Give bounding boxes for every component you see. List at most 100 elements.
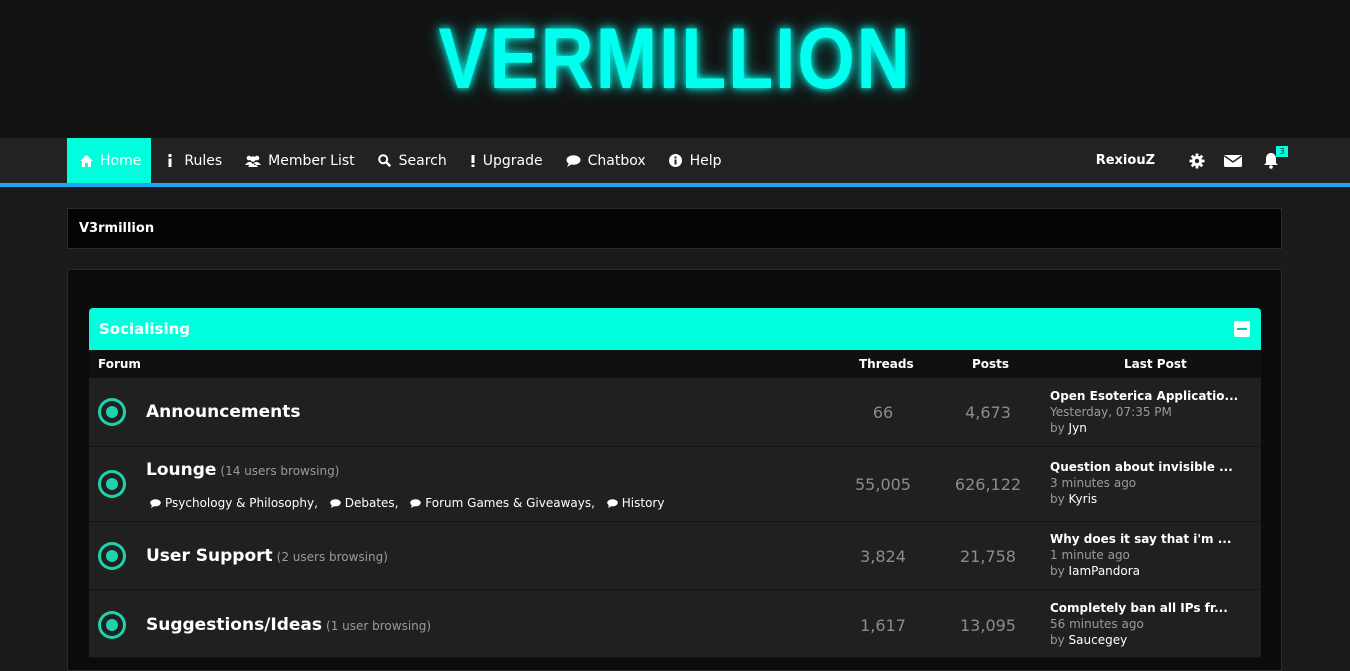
last-post-by-label: by: [1050, 421, 1065, 435]
last-post-author: by IamPandora: [1050, 563, 1231, 579]
username-link[interactable]: RexiouZ: [1096, 153, 1155, 168]
category-title[interactable]: Socialising: [99, 320, 190, 338]
category-header: Socialising: [89, 308, 1261, 350]
posts-count: 4,673: [965, 403, 1011, 422]
last-post-user-link[interactable]: Jyn: [1069, 421, 1087, 435]
forum-row-suggestions-ideas: Suggestions/Ideas (1 user browsing) 1,617…: [89, 590, 1261, 658]
last-post-author: by Jyn: [1050, 420, 1238, 436]
posts-count: 626,122: [954, 475, 1022, 494]
nav-item-rules[interactable]: Rules: [151, 138, 233, 183]
column-header-last-post: Last Post: [1124, 357, 1187, 371]
posts-count: 21,758: [960, 547, 1016, 566]
subforum-list: Psychology & Philosophy, Debates, Forum …: [150, 496, 672, 510]
subforum-link[interactable]: History: [606, 496, 664, 510]
navbar: Home Rules Member List Search Upgrade Ch…: [0, 138, 1350, 183]
last-post: Question about invisible ... 3 minutes a…: [1050, 459, 1233, 507]
nav-item-label: Chatbox: [587, 152, 646, 169]
nav-item-label: Rules: [184, 152, 223, 169]
last-post-user-link[interactable]: Kyris: [1069, 492, 1098, 506]
exclamation-icon: [470, 154, 476, 168]
forum-row-announcements: Announcements 66 4,673 Open Esoterica Ap…: [89, 378, 1261, 447]
chat-bubble-icon: [606, 499, 618, 508]
column-header-forum: Forum: [98, 357, 141, 371]
forum-status-icon: [98, 470, 126, 498]
forum-status-icon: [98, 398, 126, 426]
home-icon: [79, 154, 93, 168]
last-post-title-link[interactable]: Completely ban all IPs fr...: [1050, 600, 1228, 616]
chat-bubble-icon: [329, 499, 341, 508]
last-post: Completely ban all IPs fr... 56 minutes …: [1050, 600, 1228, 648]
subforum-link[interactable]: Forum Games & Giveaways,: [410, 496, 595, 510]
forum-status-icon: [98, 611, 126, 639]
last-post-time: 56 minutes ago: [1050, 617, 1144, 631]
last-post-title-link[interactable]: Question about invisible ...: [1050, 459, 1233, 475]
last-post-time: Yesterday, 07:35 PM: [1050, 405, 1172, 419]
subforum-link[interactable]: Debates,: [329, 496, 398, 510]
navbar-accent-line: [0, 183, 1350, 187]
site-header: VERMILLION: [0, 0, 1350, 138]
bell-icon[interactable]: 3: [1262, 145, 1288, 170]
site-logo[interactable]: VERMILLION: [95, 14, 1256, 104]
breadcrumb: V3rmillion: [67, 208, 1282, 249]
nav-item-search[interactable]: Search: [366, 138, 458, 183]
user-menu: RexiouZ 3: [1096, 138, 1288, 183]
mail-icon[interactable]: [1224, 152, 1242, 170]
last-post-by-label: by: [1050, 492, 1065, 506]
last-post-user-link[interactable]: IamPandora: [1069, 564, 1140, 578]
forum-link[interactable]: Announcements: [146, 402, 300, 422]
nav-item-help[interactable]: Help: [657, 138, 733, 183]
last-post-by-label: by: [1050, 564, 1065, 578]
chat-bubble-icon: [150, 499, 161, 508]
forum-link[interactable]: Lounge (14 users browsing): [146, 460, 339, 480]
last-post-title-link[interactable]: Why does it say that i'm ...: [1050, 531, 1231, 547]
threads-count: 3,824: [860, 547, 906, 566]
last-post: Open Esoterica Applicatio... Yesterday, …: [1050, 388, 1238, 436]
gear-icon[interactable]: [1188, 152, 1206, 170]
collapse-icon[interactable]: [1234, 321, 1250, 337]
nav-item-label: Upgrade: [482, 152, 543, 169]
users-browsing: (14 users browsing): [220, 464, 340, 478]
subforum-link[interactable]: Psychology & Philosophy,: [150, 496, 318, 510]
forum-status-icon: [98, 542, 126, 570]
forum-name: Suggestions/Ideas: [146, 615, 323, 635]
info-icon: [163, 154, 177, 168]
nav-item-home[interactable]: Home: [67, 138, 152, 183]
search-icon: [378, 154, 392, 168]
last-post-user-link[interactable]: Saucegey: [1069, 633, 1128, 647]
nav-item-upgrade[interactable]: Upgrade: [458, 138, 554, 183]
table-header: Forum Threads Posts Last Post: [89, 350, 1261, 378]
forum-row-lounge: Lounge (14 users browsing) Psychology & P…: [89, 447, 1261, 522]
forum-link[interactable]: User Support (2 users browsing): [146, 546, 388, 566]
nav-menu: Home Rules Member List Search Upgrade Ch…: [67, 138, 733, 183]
threads-count: 1,617: [860, 616, 906, 635]
forum-name: User Support: [146, 546, 273, 566]
subforum-label: Psychology & Philosophy,: [165, 496, 318, 510]
nav-item-label: Help: [689, 152, 722, 169]
last-post-title-link[interactable]: Open Esoterica Applicatio...: [1050, 388, 1238, 404]
chat-bubble-icon: [566, 154, 581, 168]
last-post-by-label: by: [1050, 633, 1065, 647]
last-post: Why does it say that i'm ... 1 minute ag…: [1050, 531, 1231, 579]
last-post-time: 1 minute ago: [1050, 548, 1130, 562]
users-icon: [245, 154, 262, 168]
column-header-threads: Threads: [859, 357, 914, 371]
notification-count-badge: 3: [1276, 145, 1288, 157]
threads-count: 66: [872, 403, 894, 422]
users-browsing: (1 user browsing): [326, 619, 432, 633]
nav-item-label: Search: [398, 152, 447, 169]
forum-name: Lounge: [146, 460, 217, 480]
last-post-author: by Saucegey: [1050, 632, 1228, 648]
nav-item-label: Home: [100, 152, 142, 169]
nav-item-label: Member List: [268, 152, 355, 169]
subforum-label: Forum Games & Giveaways,: [425, 496, 595, 510]
breadcrumb-home-link[interactable]: V3rmillion: [79, 221, 154, 236]
last-post-time: 3 minutes ago: [1050, 476, 1137, 490]
forum-row-user-support: User Support (2 users browsing) 3,824 21,…: [89, 522, 1261, 590]
nav-item-chatbox[interactable]: Chatbox: [554, 138, 657, 183]
forum-name: Announcements: [146, 402, 301, 422]
threads-count: 55,005: [855, 475, 911, 494]
forum-link[interactable]: Suggestions/Ideas (1 user browsing): [146, 615, 431, 635]
nav-item-member-list[interactable]: Member List: [233, 138, 366, 183]
column-header-posts: Posts: [972, 357, 1010, 371]
chat-bubble-icon: [410, 499, 422, 508]
